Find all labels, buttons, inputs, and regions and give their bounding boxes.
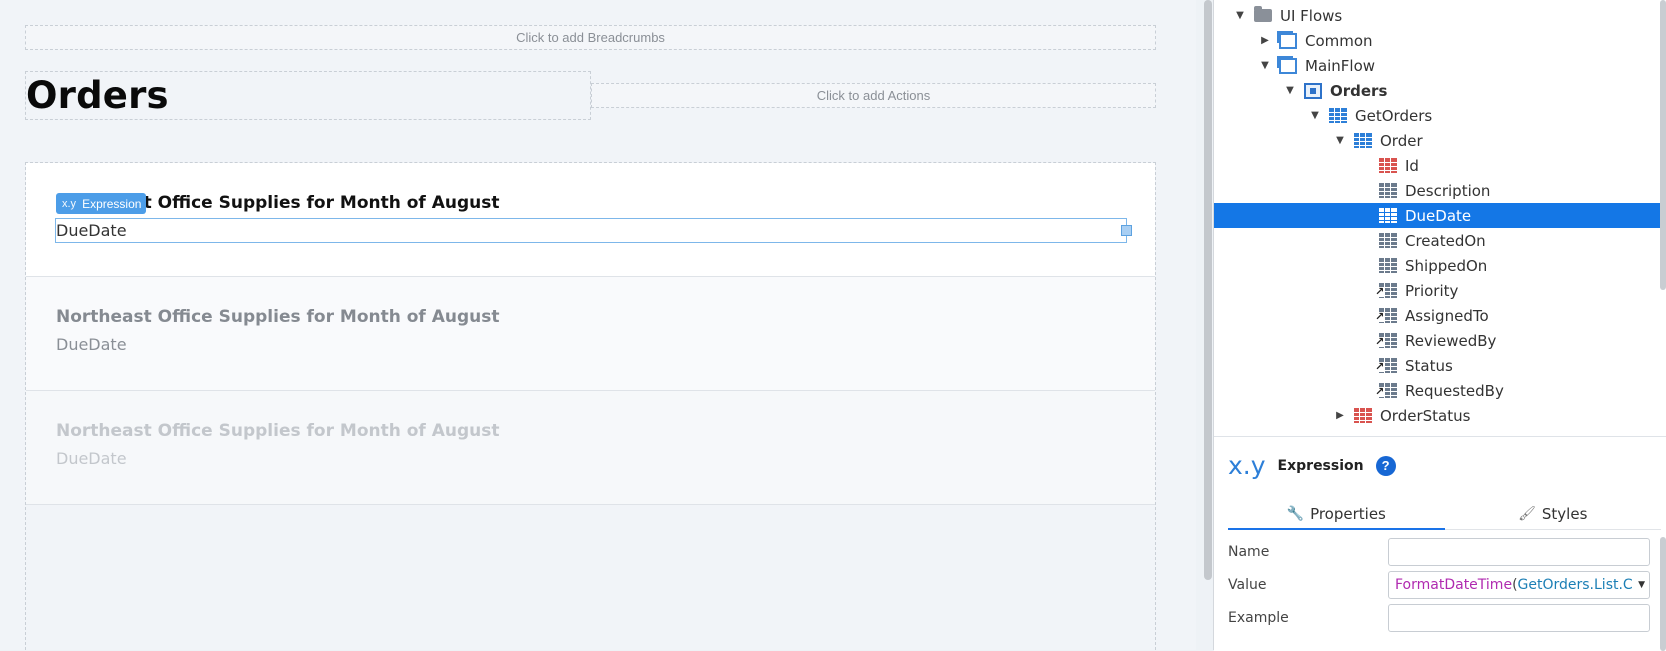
attribute-key-icon: [1379, 158, 1397, 173]
name-field[interactable]: [1388, 538, 1650, 566]
attribute-icon: [1379, 233, 1397, 248]
tab-properties-label: Properties: [1310, 505, 1386, 523]
list-item-due-date: DueDate: [56, 449, 127, 468]
prop-row-name: Name: [1228, 537, 1661, 567]
aggregate-icon: [1329, 108, 1347, 123]
value-field[interactable]: FormatDateTime(GetOrders.List.C ▼: [1388, 571, 1650, 599]
right-panel: ▼ UI Flows ▶ Common ▼ MainFlow ▼ Orders …: [1213, 0, 1666, 651]
list-item-title: Northeast Office Supplies for Month of A…: [56, 307, 500, 327]
reference-attribute-icon: [1375, 308, 1397, 323]
reference-attribute-icon: [1375, 283, 1397, 298]
static-entity-icon: [1354, 408, 1372, 423]
selection-tag-label: Expression: [82, 196, 142, 211]
value-label: Value: [1228, 577, 1267, 593]
tree-item-reviewedby[interactable]: ReviewedBy: [1214, 328, 1666, 353]
chevron-down-icon[interactable]: ▼: [1309, 110, 1321, 122]
reference-attribute-icon: [1375, 358, 1397, 373]
tree-item-status[interactable]: Status: [1214, 353, 1666, 378]
canvas-scrollbar[interactable]: [1204, 0, 1212, 580]
screen-icon: [1304, 82, 1322, 99]
tab-styles-label: Styles: [1541, 505, 1588, 523]
list-item[interactable]: x.y Expression Northeast Office Supplies…: [26, 163, 1155, 277]
attribute-icon: [1379, 208, 1397, 223]
tree-item-createdon[interactable]: CreatedOn: [1214, 228, 1666, 253]
attribute-icon: [1379, 183, 1397, 198]
list-item[interactable]: Northeast Office Supplies for Month of A…: [26, 277, 1155, 391]
properties-scrollbar[interactable]: [1660, 537, 1666, 651]
name-label: Name: [1228, 544, 1270, 560]
page-title-container[interactable]: Orders: [25, 71, 591, 120]
chevron-right-icon[interactable]: ▶: [1259, 35, 1271, 47]
list-item-due-date[interactable]: DueDate: [56, 221, 127, 240]
chevron-down-icon[interactable]: ▼: [1635, 580, 1645, 590]
tab-styles[interactable]: 🖌 Styles: [1445, 499, 1662, 529]
tree-item-common[interactable]: ▶ Common: [1214, 28, 1666, 53]
flow-icon: [1277, 55, 1297, 74]
chevron-down-icon[interactable]: ▼: [1334, 135, 1346, 147]
page-title: Orders: [26, 74, 169, 117]
selected-expression-outline[interactable]: [55, 218, 1132, 243]
tree-item-orders[interactable]: ▼ Orders: [1214, 78, 1666, 103]
prop-row-example: Example: [1228, 603, 1661, 633]
chevron-down-icon[interactable]: ▼: [1259, 60, 1271, 72]
flow-icon: [1277, 30, 1297, 49]
selection-tag: x.y Expression: [56, 193, 147, 214]
list-item[interactable]: Northeast Office Supplies for Month of A…: [26, 391, 1155, 505]
brush-icon: 🖌: [1518, 506, 1536, 522]
list-item-due-date: DueDate: [56, 335, 127, 354]
tree-scrollbar[interactable]: [1660, 0, 1666, 290]
resize-handle[interactable]: [1121, 225, 1132, 236]
chevron-down-icon[interactable]: ▼: [1284, 85, 1296, 97]
tree-item-getorders[interactable]: ▼ GetOrders: [1214, 103, 1666, 128]
folder-icon: [1254, 6, 1272, 22]
expression-icon: x.y: [62, 197, 77, 210]
example-field[interactable]: [1388, 604, 1650, 632]
element-tree: ▼ UI Flows ▶ Common ▼ MainFlow ▼ Orders …: [1214, 0, 1666, 436]
tree-item-orderstatus[interactable]: ▶ OrderStatus: [1214, 403, 1666, 428]
value-argument: GetOrders.List.C: [1517, 577, 1633, 593]
tab-properties[interactable]: 🔧 Properties: [1228, 499, 1445, 530]
value-function: FormatDateTime: [1395, 577, 1513, 593]
tree-item-mainflow[interactable]: ▼ MainFlow: [1214, 53, 1666, 78]
wrench-icon: 🔧: [1286, 506, 1305, 522]
tree-item-assignedto[interactable]: AssignedTo: [1214, 303, 1666, 328]
tree-item-id[interactable]: Id: [1214, 153, 1666, 178]
attribute-icon: [1379, 258, 1397, 273]
screen-canvas: Click to add Breadcrumbs Orders Click to…: [0, 0, 1196, 650]
expression-icon: x.y: [1228, 451, 1266, 480]
tree-item-ui-flows[interactable]: ▼ UI Flows: [1214, 3, 1666, 28]
reference-attribute-icon: [1375, 383, 1397, 398]
example-label: Example: [1228, 610, 1289, 626]
tree-item-duedate[interactable]: DueDate: [1214, 203, 1666, 228]
reference-attribute-icon: [1375, 333, 1397, 348]
tree-item-requestedby[interactable]: RequestedBy: [1214, 378, 1666, 403]
prop-row-value: Value FormatDateTime(GetOrders.List.C ▼: [1228, 570, 1661, 600]
chevron-right-icon[interactable]: ▶: [1334, 410, 1346, 422]
breadcrumbs-placeholder-text: Click to add Breadcrumbs: [516, 30, 665, 45]
tree-item-shippedon[interactable]: ShippedOn: [1214, 253, 1666, 278]
help-icon[interactable]: ?: [1375, 455, 1396, 476]
chevron-down-icon[interactable]: ▼: [1234, 10, 1246, 22]
properties-tabs: 🔧 Properties 🖌 Styles: [1228, 499, 1661, 530]
orders-list: x.y Expression Northeast Office Supplies…: [25, 162, 1156, 650]
tree-item-order[interactable]: ▼ Order: [1214, 128, 1666, 153]
actions-placeholder-text: Click to add Actions: [816, 88, 931, 103]
list-item-title: Northeast Office Supplies for Month of A…: [56, 421, 500, 441]
breadcrumbs-placeholder[interactable]: Click to add Breadcrumbs: [25, 25, 1156, 50]
properties-title: Expression: [1277, 457, 1364, 474]
tree-item-priority[interactable]: Priority: [1214, 278, 1666, 303]
entity-icon: [1354, 133, 1372, 148]
properties-panel: x.y Expression ? 🔧 Properties 🖌 Styles N…: [1214, 436, 1666, 651]
tree-item-description[interactable]: Description: [1214, 178, 1666, 203]
properties-header: x.y Expression ?: [1228, 451, 1396, 480]
actions-placeholder[interactable]: Click to add Actions: [591, 83, 1156, 108]
